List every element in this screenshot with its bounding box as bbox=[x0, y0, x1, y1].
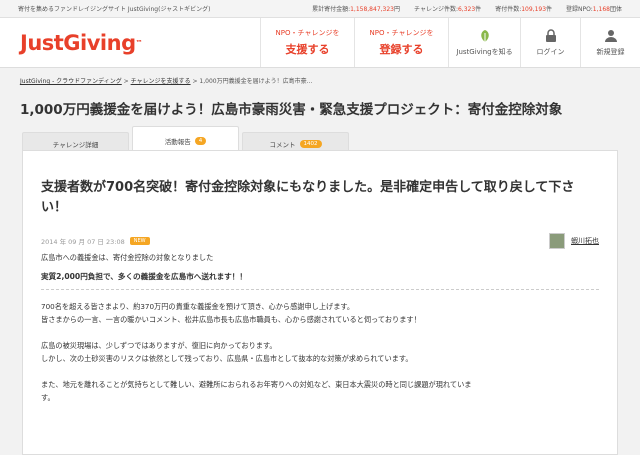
author-link[interactable]: 蝦川拓也 bbox=[549, 233, 599, 249]
comment-count-badge: 1402 bbox=[299, 139, 322, 148]
stat-npo: 登録NPO:1,168団体 bbox=[566, 6, 622, 13]
post-title: 支援者数が700名突破！寄付金控除対象にもなりました。是非確定申告して取り戻して… bbox=[41, 180, 575, 215]
post-line-2: 実質2,000円負担で、多くの義援金を広島市へ送れます！！ bbox=[41, 272, 247, 281]
post-line-7: また、地元を離れることが気持ちとして難しい、避難所におられるお年寄りへの対処など… bbox=[41, 380, 472, 389]
support-button[interactable]: NPO・チャレンジを 支援する bbox=[260, 18, 354, 67]
avatar bbox=[549, 233, 565, 249]
breadcrumb-current: 1,000万円義援金を届けよう！広島市豪... bbox=[199, 78, 313, 85]
stat-challenges: チャレンジ件数:6,323件 bbox=[414, 6, 482, 13]
post-line-8: す。 bbox=[41, 393, 55, 402]
site-stats: 累計寄付金額:1,158,847,323円 チャレンジ件数:6,323件 寄付件… bbox=[312, 4, 622, 13]
about-button[interactable]: JustGivingを知る bbox=[448, 18, 520, 67]
site-tagline: 寄付を集めるファンドレイジングサイト JustGiving(ジャストギビング) bbox=[18, 6, 211, 13]
report-panel: 支援者数が700名突破！寄付金控除対象にもなりました。是非確定申告して取り戻して… bbox=[22, 150, 618, 455]
post-line-5: 広島の被災現場は、少しずつではありますが、復旧に向かっております。 bbox=[41, 341, 277, 350]
breadcrumb: JustGiving - クラウドファンディング > チャレンジを支援する > … bbox=[20, 78, 313, 85]
lock-icon bbox=[545, 28, 556, 42]
post-line-3: 700名を超える皆さまより、約370万円の貴重な義援金を預けて頂き、心から感謝申… bbox=[41, 302, 355, 311]
stat-total-amount: 累計寄付金額:1,158,847,323円 bbox=[312, 6, 401, 13]
divider bbox=[41, 289, 599, 290]
login-button[interactable]: ログイン bbox=[520, 18, 580, 67]
stat-donations: 寄付件数:109,193件 bbox=[495, 6, 553, 13]
signup-button[interactable]: 新規登録 bbox=[580, 18, 640, 67]
justgiving-logo[interactable]: JustGiving ™ bbox=[0, 18, 208, 67]
post-meta: 2014 年 09 月 07 日 23:08 NEW 蝦川拓也 bbox=[41, 232, 599, 250]
post-line-6: しかし、次の土砂災害のリスクは依然として残っており、広島県・広島市として抜本的な… bbox=[41, 354, 413, 363]
page-title: 1,000万円義援金を届けよう！広島市豪雨災害・緊急支援プロジェクト：寄付金控除… bbox=[20, 102, 563, 118]
leaf-icon bbox=[480, 29, 489, 42]
site-header: JustGiving ™ NPO・チャレンジを 支援する NPO・チャレンジを 登… bbox=[0, 18, 640, 68]
breadcrumb-support[interactable]: チャレンジを支援する bbox=[131, 78, 191, 85]
post-line-1: 広島市への義援金は、寄付金控除の対象となりました bbox=[41, 253, 214, 262]
breadcrumb-home[interactable]: JustGiving - クラウドファンディング bbox=[20, 78, 122, 85]
activity-count-badge: 4 bbox=[194, 136, 207, 145]
post-date: 2014 年 09 月 07 日 23:08 NEW bbox=[41, 236, 150, 246]
new-badge: NEW bbox=[129, 237, 150, 245]
user-icon bbox=[604, 29, 617, 42]
register-button[interactable]: NPO・チャレンジを 登録する bbox=[354, 18, 448, 67]
post-line-4: 皆さまからの一言、一言の暖かいコメント、松井広島市長も広島市職員も、心から感謝さ… bbox=[41, 315, 421, 324]
top-info-bar: 寄付を集めるファンドレイジングサイト JustGiving(ジャストギビング) … bbox=[0, 0, 640, 18]
main-nav: NPO・チャレンジを 支援する NPO・チャレンジを 登録する JustGivi… bbox=[208, 18, 640, 67]
